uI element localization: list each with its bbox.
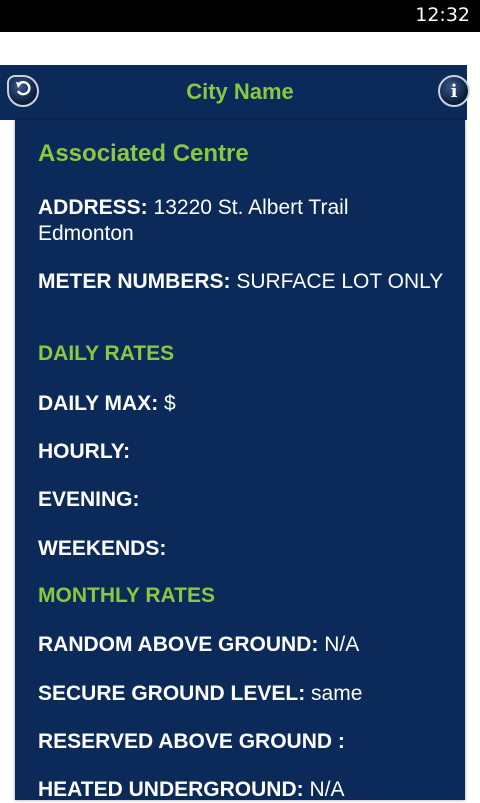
meter-row: METER NUMBERS: SURFACE LOT ONLY (38, 269, 448, 295)
app-header: City Name i : (0, 65, 480, 120)
meter-value: SURFACE LOT ONLY (236, 270, 444, 293)
random-above-ground-row: RANDOM ABOVE GROUND: N/A (38, 632, 448, 658)
reserved-above-ground-label: RESERVED ABOVE GROUND : (38, 730, 345, 753)
secure-ground-level-row: SECURE GROUND LEVEL: same (38, 681, 448, 707)
evening-label: EVENING: (38, 488, 140, 511)
address-label: ADDRESS: (38, 196, 148, 219)
header-edge-mark: : (470, 92, 476, 109)
heated-underground-row: HEATED UNDERGROUND: N/A (38, 777, 448, 803)
random-above-ground-value: N/A (324, 633, 360, 656)
back-button[interactable] (7, 75, 39, 107)
weekends-label: WEEKENDS: (38, 537, 167, 560)
parking-details-panel: Associated Centre ADDRESS: 13220 St. Alb… (15, 120, 465, 803)
secure-ground-level-label: SECURE GROUND LEVEL: (38, 682, 306, 705)
status-time: 12:32 (415, 4, 470, 26)
page-title: City Name (186, 79, 294, 104)
status-bar: 12:32 (0, 0, 480, 32)
secure-ground-level-value: same (311, 682, 363, 705)
hourly-row: HOURLY: (38, 439, 448, 465)
daily-max-label: DAILY MAX: (38, 392, 159, 415)
daily-max-row: DAILY MAX: $ (38, 391, 448, 417)
reserved-above-ground-row: RESERVED ABOVE GROUND : (38, 729, 448, 755)
monthly-rates-heading: MONTHLY RATES (38, 584, 215, 607)
info-icon: i (450, 80, 458, 102)
hourly-label: HOURLY: (38, 440, 131, 463)
meter-label: METER NUMBERS: (38, 270, 231, 293)
random-above-ground-label: RANDOM ABOVE GROUND: (38, 633, 319, 656)
daily-max-value: $ (164, 392, 176, 415)
address-row: ADDRESS: 13220 St. Albert Trail Edmonton (38, 195, 448, 247)
location-name: Associated Centre (38, 140, 249, 167)
heated-underground-value: N/A (309, 778, 345, 801)
daily-rates-heading: DAILY RATES (38, 342, 175, 365)
info-button[interactable]: i (438, 75, 470, 107)
top-spacer (0, 32, 480, 65)
back-arrow-icon (14, 80, 32, 103)
evening-row: EVENING: (38, 487, 448, 513)
heated-underground-label: HEATED UNDERGROUND: (38, 778, 304, 801)
weekends-row: WEEKENDS: (38, 536, 448, 562)
